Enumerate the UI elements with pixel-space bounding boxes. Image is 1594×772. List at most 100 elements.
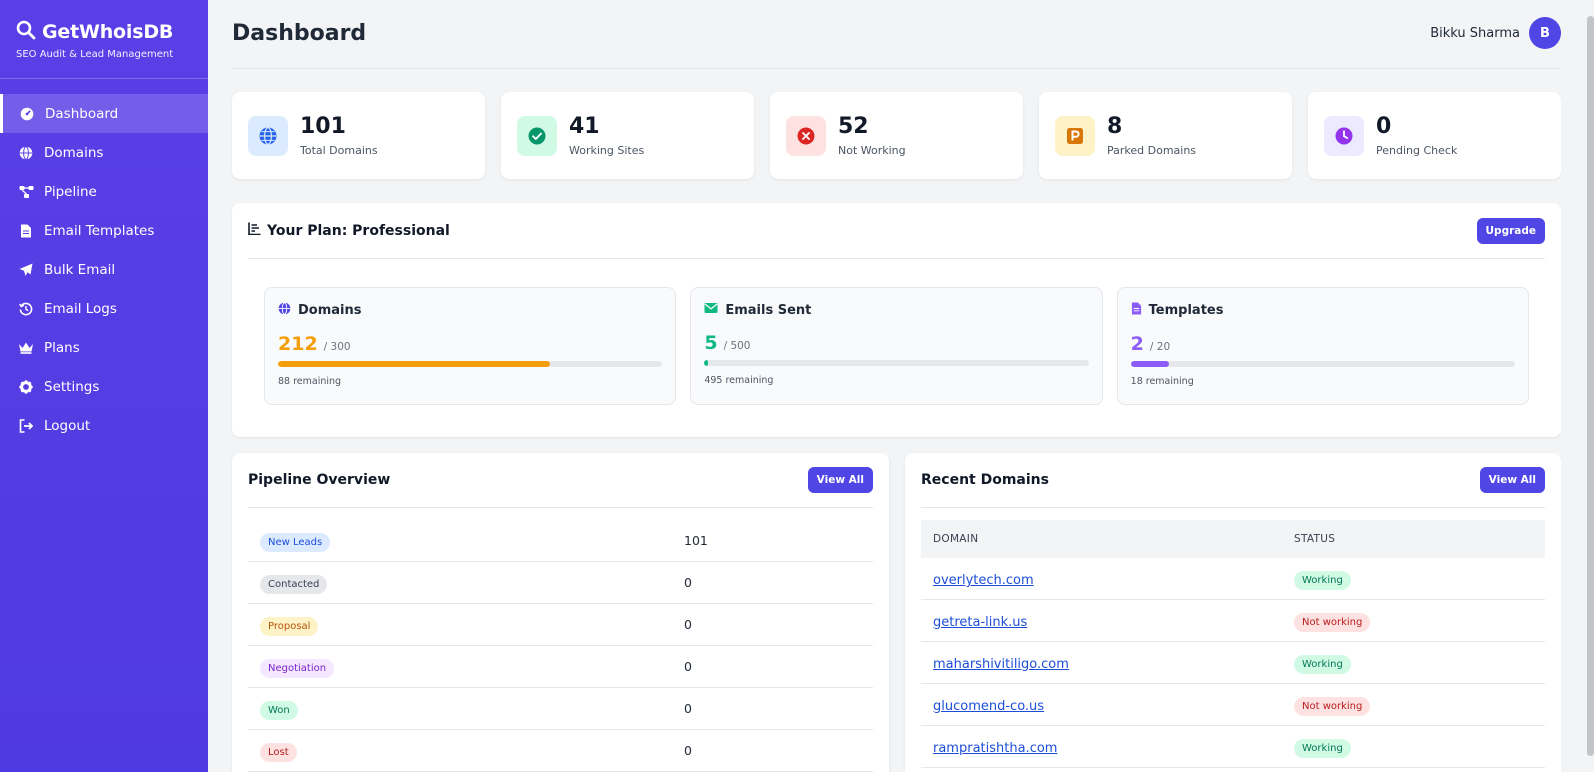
- avatar[interactable]: B: [1529, 17, 1561, 49]
- usage-progress-fill: [278, 361, 550, 367]
- globe-icon: [278, 302, 291, 319]
- stats-row: 101 Total Domains 41 Working Sites 52 No…: [232, 92, 1561, 179]
- pipeline-row[interactable]: Negotiation 0: [248, 646, 873, 688]
- stat-card-not-working: 52 Not Working: [770, 92, 1023, 179]
- domain-link[interactable]: overlytech.com: [933, 573, 1034, 588]
- pipeline-header: Pipeline Overview View All: [248, 453, 873, 508]
- stat-label: Parked Domains: [1107, 144, 1197, 157]
- stat-label: Not Working: [838, 144, 906, 157]
- sidebar-item-email-templates[interactable]: Email Templates: [0, 211, 208, 250]
- pipeline-title: Pipeline Overview: [248, 472, 391, 488]
- stat-label: Pending Check: [1376, 144, 1458, 157]
- usage-limit: / 500: [723, 340, 751, 352]
- usage-used: 5: [704, 332, 718, 354]
- pipeline-overview-card: Pipeline Overview View All New Leads 101…: [232, 453, 889, 772]
- parking-icon: [1055, 115, 1095, 156]
- sidebar-item-label: Plans: [44, 339, 80, 356]
- file-icon: [1131, 302, 1142, 319]
- sidebar-item-label: Dashboard: [45, 105, 119, 122]
- sidebar-nav: Dashboard Domains Pipeline Email Templat…: [0, 94, 208, 445]
- usage-remaining: 18 remaining: [1130, 376, 1194, 387]
- recent-view-all-button[interactable]: View All: [1479, 467, 1545, 493]
- stage-count: 0: [684, 659, 692, 674]
- usage-progress-bar: [704, 360, 1089, 366]
- pipeline-row[interactable]: Proposal 0: [248, 604, 873, 646]
- pipeline-row[interactable]: Lost 0: [248, 730, 873, 772]
- pipeline-row[interactable]: Contacted 0: [248, 562, 873, 604]
- sidebar-item-label: Logout: [44, 417, 91, 434]
- stat-value: 41: [569, 114, 600, 139]
- usage-card-domains: Domains 212 / 300 88 remaining: [264, 287, 677, 405]
- clock-icon: [1324, 115, 1364, 156]
- page-title: Dashboard: [232, 20, 367, 46]
- table-row: overlytech.com Working: [921, 558, 1545, 600]
- pipeline-view-all-button[interactable]: View All: [807, 467, 873, 493]
- stat-label: Total Domains: [300, 144, 378, 157]
- stage-badge: Lost: [260, 742, 297, 762]
- status-badge: Working: [1294, 654, 1351, 674]
- usage-used: 2: [1130, 333, 1144, 355]
- table-header: DOMAIN STATUS: [921, 520, 1545, 558]
- sidebar-item-pipeline[interactable]: Pipeline: [0, 172, 208, 211]
- sidebar-item-settings[interactable]: Settings: [0, 367, 208, 406]
- paper-plane-icon: [18, 262, 34, 278]
- plan-title: Your Plan: Professional: [248, 222, 450, 239]
- page-scrollbar[interactable]: [1561, 0, 1594, 772]
- plan-header: Your Plan: Professional Upgrade: [248, 203, 1545, 259]
- pipeline-row[interactable]: Won 0: [248, 688, 873, 730]
- stage-badge: Contacted: [260, 574, 328, 594]
- domain-link[interactable]: maharshivitiligo.com: [933, 657, 1069, 672]
- user-name: Bikku Sharma: [1430, 25, 1520, 41]
- domain-link[interactable]: getreta-link.us: [933, 615, 1027, 630]
- stat-value: 52: [838, 114, 869, 139]
- pipeline-list: New Leads 101 Contacted 0 Proposal 0 Neg…: [248, 520, 873, 772]
- stage-count: 101: [684, 533, 708, 548]
- status-badge: Working: [1294, 570, 1351, 590]
- upgrade-button[interactable]: Upgrade: [1476, 217, 1545, 244]
- user-menu[interactable]: Bikku Sharma B: [1430, 17, 1561, 49]
- stage-badge: New Leads: [260, 532, 331, 552]
- usage-name: Emails Sent: [725, 302, 812, 318]
- usage-progress-fill: [704, 360, 709, 366]
- stat-card-parked-domains: 8 Parked Domains: [1039, 92, 1292, 179]
- sidebar-item-email-logs[interactable]: Email Logs: [0, 289, 208, 328]
- sidebar-item-label: Settings: [44, 378, 100, 395]
- usage-remaining: 495 remaining: [704, 375, 774, 386]
- stage-count: 0: [684, 701, 692, 716]
- sidebar-item-label: Email Templates: [44, 222, 155, 239]
- sidebar-item-dashboard[interactable]: Dashboard: [0, 94, 208, 133]
- column-header-status: STATUS: [1294, 533, 1336, 545]
- sidebar-item-plans[interactable]: Plans: [0, 328, 208, 367]
- sidebar-item-domains[interactable]: Domains: [0, 133, 208, 172]
- domain-link[interactable]: rampratishtha.com: [933, 741, 1057, 756]
- pipeline-row[interactable]: New Leads 101: [248, 520, 873, 562]
- x-circle-icon: [786, 115, 826, 156]
- gauge-icon: [19, 106, 35, 122]
- stage-count: 0: [684, 743, 692, 758]
- stat-card-pending-check: 0 Pending Check: [1308, 92, 1561, 179]
- gear-icon: [18, 379, 34, 395]
- usage-name: Templates: [1148, 303, 1224, 318]
- usage-progress-fill: [1130, 361, 1170, 367]
- recent-title: Recent Domains: [921, 472, 1049, 488]
- file-icon: [18, 223, 34, 239]
- brand-title: GetWhoisDB: [42, 21, 174, 43]
- sidebar-item-label: Email Logs: [44, 300, 117, 317]
- main-content: Dashboard Bikku Sharma B 101 Total Domai…: [232, 0, 1561, 772]
- globe-icon: [248, 115, 288, 156]
- column-header-domain: DOMAIN: [933, 533, 979, 545]
- bottom-row: Pipeline Overview View All New Leads 101…: [232, 453, 1561, 772]
- usage-name: Domains: [298, 303, 362, 318]
- scrollbar-thumb[interactable]: [1587, 16, 1594, 756]
- envelope-icon: [704, 302, 718, 318]
- usage-progress-bar: [278, 361, 663, 367]
- domain-link[interactable]: glucomend-co.us: [933, 699, 1044, 714]
- stat-value: 0: [1376, 114, 1392, 139]
- table-row: getreta-link.us Not working: [921, 600, 1545, 642]
- table-row: glucomend-co.us Not working: [921, 684, 1545, 726]
- bar-chart-icon: [248, 222, 261, 239]
- check-circle-icon: [517, 115, 557, 156]
- table-row: rampratishtha.com Working: [921, 726, 1545, 768]
- sidebar-item-logout[interactable]: Logout: [0, 406, 208, 445]
- sidebar-item-bulk-email[interactable]: Bulk Email: [0, 250, 208, 289]
